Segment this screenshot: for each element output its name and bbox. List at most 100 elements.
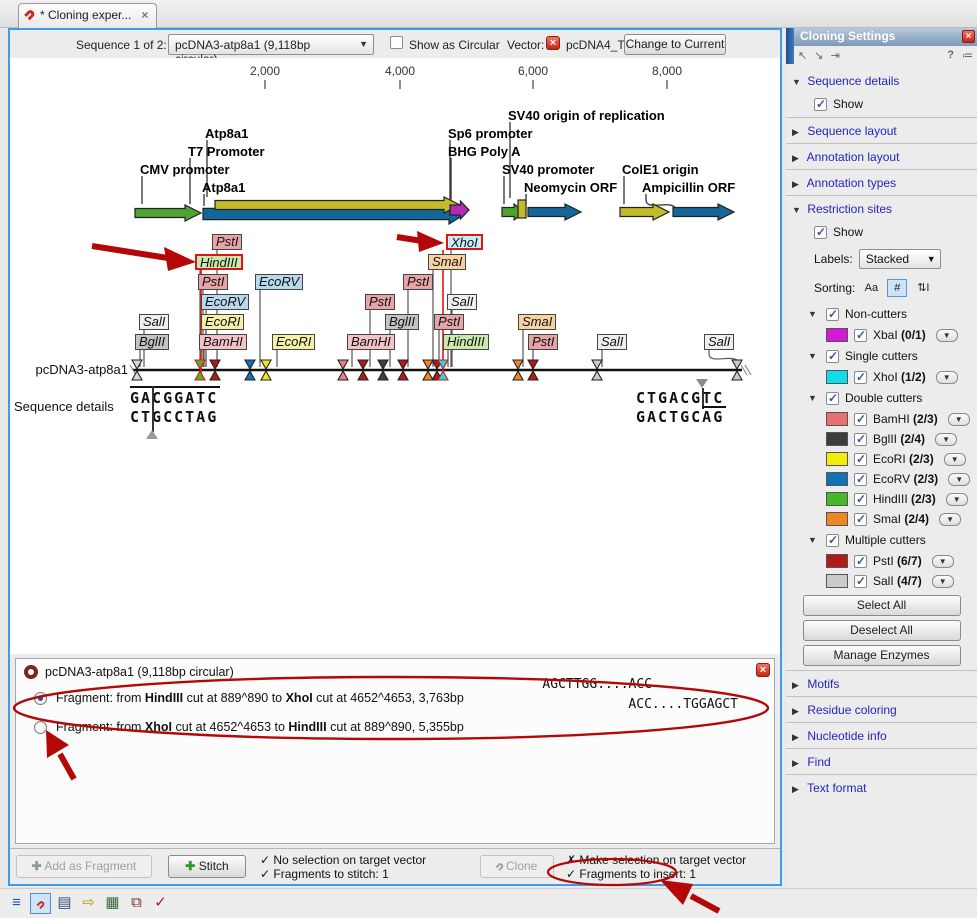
enzyme-options-dropdown[interactable]: ▼ <box>946 493 968 506</box>
manage-enzymes-button[interactable]: Manage Enzymes <box>803 645 961 666</box>
enzyme-color-swatch[interactable] <box>826 412 848 426</box>
group-checkbox[interactable] <box>826 392 839 405</box>
enzyme-color-swatch[interactable] <box>826 554 848 568</box>
enzyme-checkbox[interactable] <box>854 575 867 588</box>
fragment-option-2[interactable]: Fragment: from XhoI cut at 4652^4653 to … <box>34 720 464 734</box>
fragment-radio-selected[interactable] <box>34 692 47 705</box>
restriction-site-label[interactable]: EcoRI <box>201 314 244 330</box>
enzyme-checkbox[interactable] <box>854 473 867 486</box>
add-as-fragment-button[interactable]: ✚ Add as Fragment <box>16 855 152 878</box>
enzyme-options-dropdown[interactable]: ▼ <box>948 473 970 486</box>
restriction-site-label[interactable]: PstI <box>403 274 433 290</box>
restriction-site-label[interactable]: EcoRV <box>201 294 249 310</box>
stitch-button[interactable]: ✚ Stitch <box>168 855 246 878</box>
select-all-button[interactable]: Select All <box>803 595 961 616</box>
enzyme-checkbox[interactable] <box>854 371 867 384</box>
enzyme-options-dropdown[interactable]: ▼ <box>935 433 957 446</box>
enzyme-color-swatch[interactable] <box>826 370 848 384</box>
sidebar-close-icon[interactable]: × <box>962 30 975 43</box>
section-sequence-layout[interactable]: ▶ Sequence layout <box>786 117 977 143</box>
restriction-site-label[interactable]: HindIII <box>195 254 243 270</box>
enzyme-options-dropdown[interactable]: ▼ <box>936 371 958 384</box>
group-checkbox[interactable] <box>826 350 839 363</box>
group-non-cutters[interactable]: ▼ Non-cutters <box>786 303 977 325</box>
group-checkbox[interactable] <box>826 308 839 321</box>
sequence-select[interactable]: pcDNA3-atp8a1 (9,118bp circular) ▼ <box>168 34 374 55</box>
change-to-current-button[interactable]: Change to Current <box>624 34 726 55</box>
text-view-icon[interactable]: ▤ <box>54 893 75 914</box>
enzyme-options-dropdown[interactable]: ▼ <box>939 513 961 526</box>
group-double-cutters[interactable]: ▼ Double cutters <box>786 387 977 409</box>
show-as-circular-checkbox[interactable] <box>390 36 403 49</box>
restriction-site-label[interactable]: SmaI <box>518 314 556 330</box>
section-restriction-sites[interactable]: ▼ Restriction sites <box>786 195 977 221</box>
enzyme-color-swatch[interactable] <box>826 328 848 342</box>
enzyme-color-swatch[interactable] <box>826 432 848 446</box>
history-book-icon[interactable]: ⧉ <box>126 893 147 914</box>
restriction-site-label[interactable]: EcoRI <box>272 334 315 350</box>
enzyme-checkbox[interactable] <box>854 413 867 426</box>
section-annotation-types[interactable]: ▶ Annotation types <box>786 169 977 195</box>
annotation-check-icon[interactable]: ✓ <box>150 893 171 914</box>
labels-dropdown[interactable]: Stacked ▼ <box>859 249 941 269</box>
enzyme-checkbox[interactable] <box>854 493 867 506</box>
section-text-format[interactable]: ▶ Text format <box>786 774 977 800</box>
restriction-site-label[interactable]: BglII <box>135 334 169 350</box>
section-sequence-details[interactable]: ▼ Sequence details <box>786 68 977 93</box>
restriction-site-label[interactable]: PstI <box>528 334 558 350</box>
section-motifs[interactable]: ▶ Motifs <box>786 670 977 696</box>
tab-close-icon[interactable]: × <box>141 8 148 22</box>
restriction-site-label[interactable]: BamHI <box>199 334 247 350</box>
restriction-site-label[interactable]: SmaI <box>428 254 466 270</box>
view-list-icon[interactable]: ≔ <box>962 49 973 62</box>
restriction-site-label[interactable]: PstI <box>365 294 395 310</box>
restriction-site-label[interactable]: SalI <box>704 334 734 350</box>
section-annotation-layout[interactable]: ▶ Annotation layout <box>786 143 977 169</box>
circular-view-icon[interactable] <box>30 893 51 914</box>
sort-count-button[interactable]: # <box>887 279 907 297</box>
table-view-icon[interactable]: ▦ <box>102 893 123 914</box>
pan-arrow-icon[interactable]: ↘ <box>814 50 823 62</box>
enzyme-checkbox[interactable] <box>854 433 867 446</box>
enzyme-color-swatch[interactable] <box>826 452 848 466</box>
enzyme-color-swatch[interactable] <box>826 574 848 588</box>
section-nucleotide-info[interactable]: ▶ Nucleotide info <box>786 722 977 748</box>
enzyme-options-dropdown[interactable]: ▼ <box>944 453 966 466</box>
list-view-icon[interactable]: ≡ <box>6 893 27 914</box>
group-multiple-cutters[interactable]: ▼ Multiple cutters <box>786 529 977 551</box>
restriction-site-label[interactable]: XhoI <box>446 234 483 250</box>
deselect-all-button[interactable]: Deselect All <box>803 620 961 641</box>
restriction-site-label[interactable]: HindIII <box>443 334 489 350</box>
tab-cloning-experiment[interactable]: * Cloning exper... × <box>18 3 157 28</box>
restriction-site-label[interactable]: PstI <box>198 274 228 290</box>
enzyme-options-dropdown[interactable]: ▼ <box>936 329 958 342</box>
enzyme-checkbox[interactable] <box>854 555 867 568</box>
sort-length-button[interactable]: ⇅I <box>913 279 933 297</box>
fragment-radio-unselected[interactable] <box>34 721 47 734</box>
vector-remove-icon[interactable]: × <box>546 36 560 50</box>
restriction-site-label[interactable]: BglII <box>385 314 419 330</box>
enzyme-checkbox[interactable] <box>854 329 867 342</box>
restriction-site-label[interactable]: SalI <box>597 334 627 350</box>
group-single-cutters[interactable]: ▼ Single cutters <box>786 345 977 367</box>
table-export-icon[interactable]: ⇨ <box>78 893 99 914</box>
restriction-site-label[interactable]: BamHI <box>347 334 395 350</box>
help-icon[interactable]: ? <box>947 49 954 61</box>
show-checkbox[interactable] <box>814 98 827 111</box>
expand-panel-icon[interactable]: ⇥ <box>831 50 840 62</box>
restriction-site-label[interactable]: EcoRV <box>255 274 303 290</box>
enzyme-options-dropdown[interactable]: ▼ <box>932 575 954 588</box>
fragment-option-1[interactable]: Fragment: from HindIII cut at 889^890 to… <box>34 691 464 705</box>
restriction-show-checkbox[interactable] <box>814 226 827 239</box>
sort-alpha-button[interactable]: Aa <box>861 279 881 297</box>
enzyme-color-swatch[interactable] <box>826 512 848 526</box>
section-residue-coloring[interactable]: ▶ Residue coloring <box>786 696 977 722</box>
enzyme-checkbox[interactable] <box>854 453 867 466</box>
restriction-site-label[interactable]: SalI <box>139 314 169 330</box>
enzyme-color-swatch[interactable] <box>826 492 848 506</box>
select-arrow-icon[interactable]: ↖ <box>798 50 807 62</box>
enzyme-options-dropdown[interactable]: ▼ <box>948 413 970 426</box>
fragment-panel-close-icon[interactable]: × <box>756 663 770 677</box>
restriction-site-label[interactable]: PstI <box>212 234 242 250</box>
enzyme-options-dropdown[interactable]: ▼ <box>932 555 954 568</box>
